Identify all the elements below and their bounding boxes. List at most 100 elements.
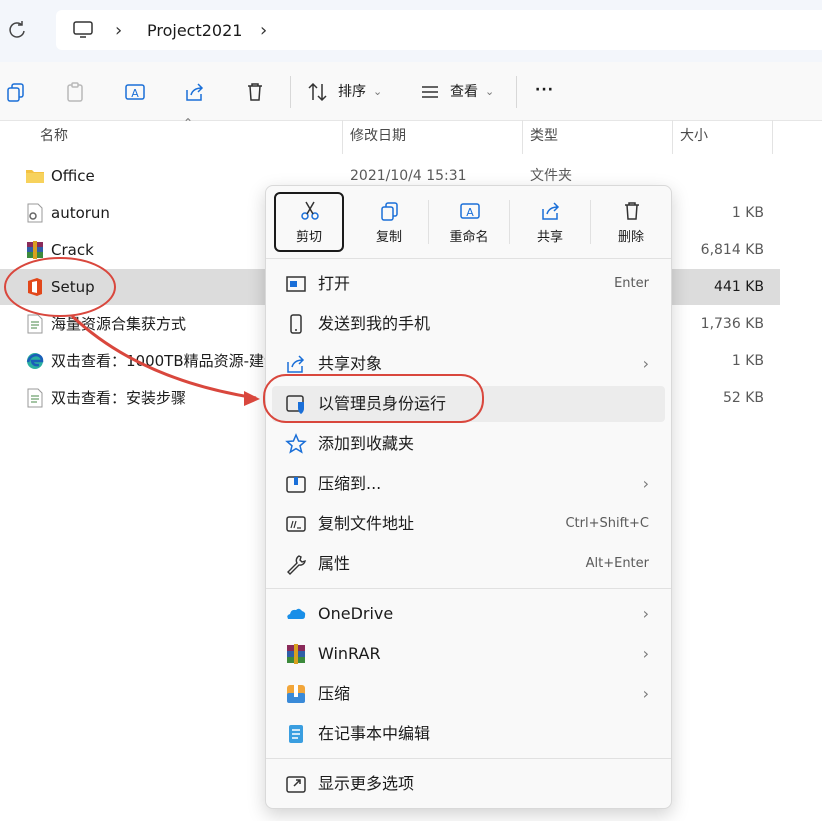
toolbar-divider	[290, 76, 291, 108]
view-chevron-down-icon[interactable]: ⌄	[485, 82, 494, 102]
menu-item-label: 属性	[318, 554, 351, 573]
menu-item-label: 共享对象	[318, 354, 383, 373]
chevron-right-icon: ›	[642, 474, 649, 493]
refresh-icon[interactable]	[6, 20, 28, 42]
share-icon[interactable]	[181, 78, 209, 106]
file-size: 1 KB	[731, 205, 764, 221]
menu-item-label: 显示更多选项	[318, 774, 415, 793]
shield-icon	[285, 393, 307, 415]
svg-text:A: A	[466, 206, 474, 219]
menu-item-shortcut: Ctrl+Shift+C	[565, 516, 649, 531]
winrar-icon	[25, 240, 45, 260]
quick-action-divider	[590, 200, 591, 244]
copy-icon	[379, 200, 401, 222]
file-size: 441 KB	[714, 279, 764, 295]
menu-item-copy-path[interactable]: 复制文件地址 Ctrl+Shift+C	[272, 506, 665, 542]
column-divider[interactable]	[342, 120, 343, 154]
view-icon[interactable]	[416, 78, 444, 106]
column-divider[interactable]	[522, 120, 523, 154]
menu-item-label: 压缩	[318, 684, 351, 703]
open-icon	[285, 273, 307, 295]
trash-icon[interactable]	[241, 78, 269, 106]
rename-icon[interactable]: A	[121, 78, 149, 106]
file-size: 6,814 KB	[700, 242, 764, 258]
file-date: 2021/10/4 15:31	[350, 168, 467, 184]
address-bar-area: › Project2021 ›	[0, 0, 822, 62]
menu-item-share-with[interactable]: 共享对象 ›	[272, 346, 665, 382]
menu-item-send-to-phone[interactable]: 发送到我的手机	[272, 306, 665, 342]
menu-item-label: 以管理员身份运行	[318, 394, 447, 413]
delete-button[interactable]: 删除	[598, 194, 664, 250]
sort-chevron-down-icon[interactable]: ⌄	[373, 82, 382, 102]
menu-divider	[266, 258, 671, 259]
share-button[interactable]: 共享	[517, 194, 583, 250]
sort-icon[interactable]	[304, 78, 332, 106]
notepad-icon	[285, 723, 307, 745]
bandizip-icon	[285, 683, 307, 705]
rename-button[interactable]: A 重命名	[436, 194, 502, 250]
more-options-icon	[285, 773, 307, 795]
sort-button-label[interactable]: 排序	[338, 82, 366, 102]
more-options-icon[interactable]: ···	[535, 80, 554, 100]
menu-item-run-as-admin[interactable]: 以管理员身份运行	[272, 386, 665, 422]
menu-item-label: 压缩到...	[318, 474, 382, 493]
column-date[interactable]: 修改日期	[350, 127, 406, 145]
menu-item-onedrive[interactable]: OneDrive ›	[272, 596, 665, 632]
zip-folder-icon	[285, 473, 307, 495]
menu-item-show-more-options[interactable]: 显示更多选项	[272, 766, 665, 802]
column-type[interactable]: 类型	[530, 127, 558, 145]
menu-item-shortcut: Alt+Enter	[585, 556, 649, 571]
text-file-icon	[25, 314, 45, 334]
file-name: autorun	[51, 204, 110, 222]
menu-item-label: OneDrive	[318, 604, 394, 623]
copy-icon[interactable]	[2, 78, 30, 106]
column-name[interactable]: 名称	[40, 127, 68, 145]
winrar-icon	[285, 643, 307, 665]
menu-item-add-to-favorites[interactable]: 添加到收藏夹	[272, 426, 665, 462]
this-pc-icon[interactable]	[72, 20, 94, 40]
column-divider[interactable]	[772, 120, 773, 154]
chevron-right-icon: ›	[642, 354, 649, 373]
cut-button[interactable]: 剪切	[274, 192, 344, 252]
column-size[interactable]: 大小	[680, 127, 708, 145]
cut-label: 剪切	[295, 230, 322, 245]
command-bar: A 排序 ⌄ 查看 ⌄ ···	[0, 62, 822, 121]
menu-item-open[interactable]: 打开 Enter	[272, 266, 665, 302]
onedrive-icon	[285, 603, 307, 625]
chevron-right-icon: ›	[642, 644, 649, 663]
file-name: 海量资源合集获方式	[51, 315, 187, 333]
delete-label: 删除	[617, 230, 644, 245]
menu-item-compress[interactable]: 压缩 ›	[272, 676, 665, 712]
phone-icon	[285, 313, 307, 335]
menu-item-winrar[interactable]: WinRAR ›	[272, 636, 665, 672]
menu-item-label: 发送到我的手机	[318, 314, 431, 333]
copy-path-icon	[285, 513, 307, 535]
trash-icon	[621, 200, 643, 222]
file-name: 双击查看：1000TB精品资源-建议	[51, 352, 277, 370]
breadcrumb-chevron[interactable]: ›	[260, 21, 267, 41]
file-size: 1,736 KB	[700, 316, 764, 332]
column-divider[interactable]	[672, 120, 673, 154]
quick-action-divider	[509, 200, 510, 244]
rename-label: 重命名	[449, 230, 489, 245]
quick-actions-bar: 剪切 复制 A 重命名 共享 删除	[266, 186, 671, 256]
text-file-icon	[25, 388, 45, 408]
menu-divider	[266, 758, 671, 759]
menu-item-compress-to[interactable]: 压缩到... ›	[272, 466, 665, 502]
office-icon	[25, 277, 45, 297]
file-name: Setup	[51, 278, 95, 296]
breadcrumb-project2021[interactable]: Project2021	[147, 20, 242, 42]
svg-text:A: A	[131, 87, 139, 100]
copy-button[interactable]: 复制	[356, 194, 422, 250]
share-icon	[540, 200, 562, 222]
file-type: 文件夹	[530, 168, 572, 184]
paste-icon[interactable]	[61, 78, 89, 106]
context-menu: 剪切 复制 A 重命名 共享 删除 打开 Enter 发送到我的手机 共享对象 …	[265, 185, 672, 809]
view-button-label[interactable]: 查看	[450, 82, 478, 102]
menu-divider	[266, 588, 671, 589]
menu-item-edit-in-notepad[interactable]: 在记事本中编辑	[272, 716, 665, 752]
menu-item-label: 添加到收藏夹	[318, 434, 415, 453]
menu-item-properties[interactable]: 属性 Alt+Enter	[272, 546, 665, 582]
wrench-icon	[285, 553, 307, 575]
menu-item-label: 在记事本中编辑	[318, 724, 431, 743]
